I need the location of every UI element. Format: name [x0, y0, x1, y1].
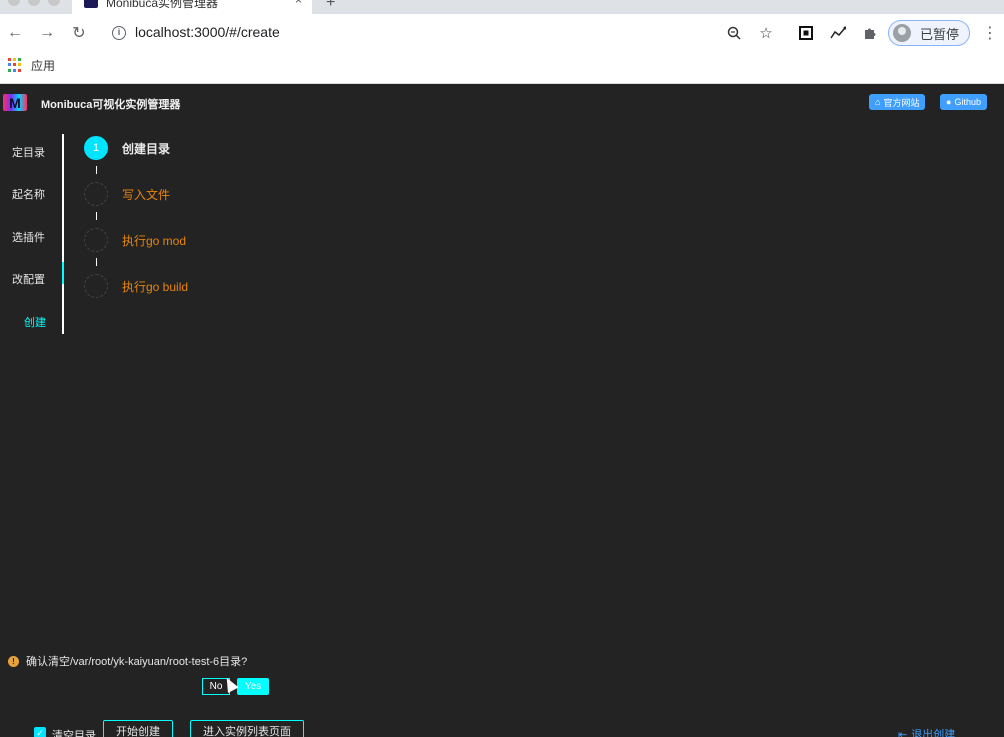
confirm-popover: ! 确认清空/var/root/yk-kaiyuan/root-test-6目录… [8, 653, 247, 669]
github-label: Github [954, 97, 981, 107]
exit-create-label: 退出创建 [911, 729, 956, 737]
zoom-icon[interactable] [724, 23, 744, 43]
step-connector [96, 166, 97, 174]
site-info-icon[interactable]: i [112, 26, 126, 40]
profile-button[interactable]: 已暂停 [888, 20, 970, 46]
clear-dir-label[interactable]: 清空目录 [52, 727, 96, 737]
reload-icon[interactable]: ↻ [69, 23, 89, 43]
browser-tab[interactable]: Monibuca实例管理器 × [72, 0, 312, 14]
clear-dir-checkbox[interactable]: ✓ [34, 727, 46, 737]
app-title: Monibuca可视化实例管理器 [41, 99, 181, 111]
avatar-icon [893, 24, 911, 42]
exit-icon: ⇤ [898, 728, 908, 737]
app-root: M Monibuca可视化实例管理器 ⌂ 官方网站 ● Github 定目录 起… [0, 84, 1004, 737]
bookmarks-bar: 应用 [0, 52, 1004, 84]
confirm-message: 确认清空/var/root/yk-kaiyuan/root-test-6目录? [26, 656, 248, 668]
apps-bookmark-label[interactable]: 应用 [31, 57, 55, 74]
step-4-label: 执行go build [122, 280, 189, 294]
step-connector [96, 212, 97, 220]
sidebar-item-create[interactable]: 创建 [24, 314, 46, 330]
apps-grid-icon[interactable] [8, 58, 22, 72]
sidebar-item-config[interactable]: 改配置 [12, 271, 45, 287]
official-site-button[interactable]: ⌂ 官方网站 [869, 94, 926, 110]
tab-favicon-icon [84, 0, 98, 8]
step-1-icon: 1 [84, 136, 108, 160]
github-icon: ● [946, 97, 952, 107]
sidebar-active-indicator [62, 262, 64, 284]
extension-chart-icon[interactable] [828, 23, 848, 43]
instance-list-button[interactable]: 进入实例列表页面 [190, 720, 304, 737]
back-icon[interactable]: ← [5, 23, 25, 43]
bookmark-star-icon[interactable]: ☆ [756, 23, 776, 43]
home-icon: ⌂ [875, 97, 881, 107]
tab-close-icon[interactable]: × [295, 0, 302, 7]
browser-toolbar: ← → ↻ i localhost:3000/#/create ☆ 已暂停 ⋮ [0, 14, 1004, 52]
browser-menu-icon[interactable]: ⋮ [982, 23, 998, 43]
sidebar-item-plugins[interactable]: 选插件 [12, 229, 45, 245]
step-connector [96, 258, 97, 266]
step-2-label: 写入文件 [122, 188, 171, 202]
step-2-icon [84, 182, 108, 206]
step-3-icon [84, 228, 108, 252]
app-logo: M [3, 94, 27, 111]
window-controls[interactable] [8, 0, 60, 6]
extension-square-icon[interactable] [796, 23, 816, 43]
new-tab-button[interactable]: + [326, 0, 335, 12]
start-create-button[interactable]: 开始创建 [103, 720, 173, 737]
address-bar[interactable]: localhost:3000/#/create [135, 24, 280, 40]
step-3-label: 执行go mod [122, 234, 187, 248]
step-4-icon [84, 274, 108, 298]
exit-create-link[interactable]: ⇤ 退出创建 [898, 726, 955, 737]
warning-icon: ! [8, 655, 19, 667]
official-site-label: 官方网站 [883, 97, 920, 108]
extensions-puzzle-icon[interactable] [860, 23, 880, 43]
browser-tab-strip: Monibuca实例管理器 × + [0, 0, 1004, 14]
sidebar-item-directory[interactable]: 定目录 [12, 144, 45, 160]
tab-title: Monibuca实例管理器 [106, 0, 219, 10]
sidebar-item-name[interactable]: 起名称 [12, 186, 45, 202]
github-button[interactable]: ● Github [940, 94, 987, 110]
profile-label: 已暂停 [920, 26, 960, 42]
step-1-label: 创建目录 [122, 142, 171, 156]
confirm-yes-button[interactable]: Yes [237, 678, 269, 695]
forward-icon[interactable]: → [37, 23, 57, 43]
